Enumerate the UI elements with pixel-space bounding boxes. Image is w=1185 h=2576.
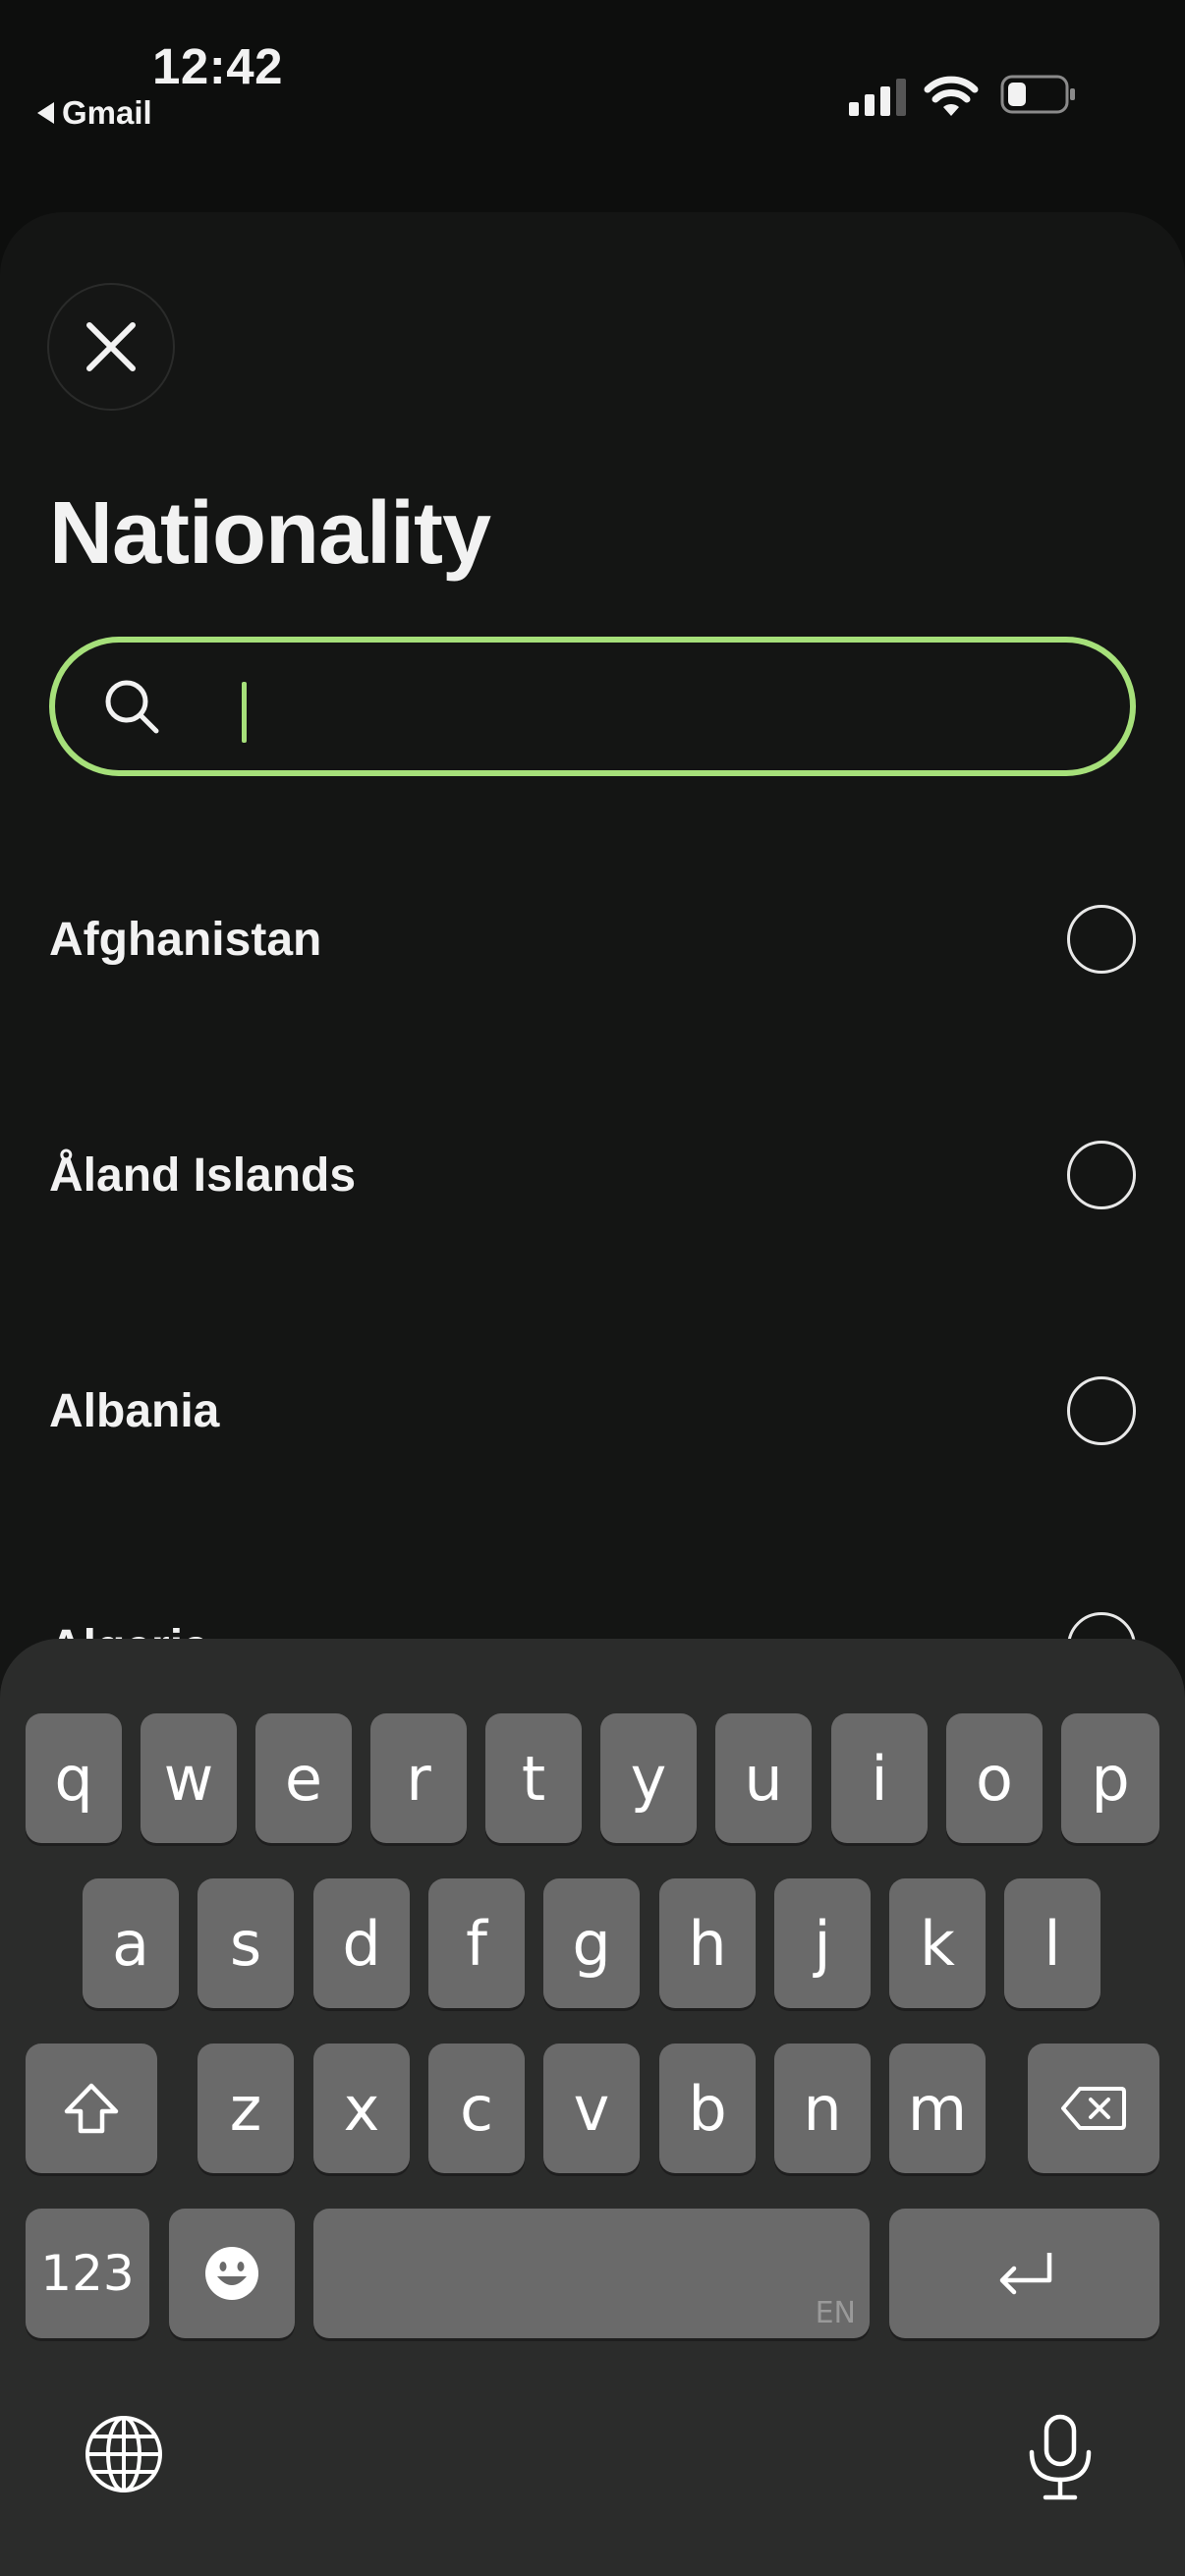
country-list: Afghanistan Åland Islands Albania Algeri…	[0, 821, 1185, 1764]
cellular-signal-icon	[849, 79, 908, 116]
radio-button[interactable]	[1067, 1376, 1136, 1445]
back-triangle-icon	[37, 102, 54, 124]
key-r[interactable]: r	[370, 1713, 467, 1843]
key-c[interactable]: c	[428, 2044, 525, 2173]
key-q[interactable]: q	[26, 1713, 122, 1843]
key-g[interactable]: g	[543, 1878, 640, 2008]
list-item[interactable]: Afghanistan	[0, 821, 1185, 1057]
search-icon	[105, 680, 159, 734]
key-x[interactable]: x	[313, 2044, 410, 2173]
key-a[interactable]: a	[83, 1878, 179, 2008]
key-v[interactable]: v	[543, 2044, 640, 2173]
key-i[interactable]: i	[831, 1713, 928, 1843]
back-app-label: Gmail	[62, 94, 152, 131]
close-button[interactable]	[47, 283, 175, 411]
emoji-icon	[205, 2247, 258, 2300]
page-title: Nationality	[49, 484, 491, 583]
country-name: Åland Islands	[49, 1148, 357, 1202]
wifi-icon	[924, 76, 979, 116]
key-p[interactable]: p	[1061, 1713, 1159, 1843]
key-j[interactable]: j	[774, 1878, 871, 2008]
radio-button[interactable]	[1067, 905, 1136, 974]
radio-button[interactable]	[1067, 1141, 1136, 1209]
text-caret	[242, 682, 247, 743]
space-key[interactable]: EN	[313, 2209, 870, 2338]
microphone-icon[interactable]	[1022, 2413, 1099, 2503]
key-k[interactable]: k	[889, 1878, 986, 2008]
keyboard-language-label: EN	[815, 2296, 856, 2330]
delete-key[interactable]	[1028, 2044, 1159, 2173]
key-m[interactable]: m	[889, 2044, 986, 2173]
key-w[interactable]: w	[141, 1713, 237, 1843]
country-name: Afghanistan	[49, 913, 322, 966]
on-screen-keyboard: q w e r t y u i o p a s d f g h j k l z …	[0, 1639, 1185, 2576]
shift-icon	[64, 2083, 119, 2134]
close-icon	[86, 322, 136, 371]
key-h[interactable]: h	[659, 1878, 756, 2008]
key-n[interactable]: n	[774, 2044, 871, 2173]
key-l[interactable]: l	[1004, 1878, 1100, 2008]
key-t[interactable]: t	[485, 1713, 582, 1843]
key-e[interactable]: e	[255, 1713, 352, 1843]
back-to-app-link[interactable]: Gmail	[37, 94, 152, 132]
key-s[interactable]: s	[198, 1878, 294, 2008]
key-b[interactable]: b	[659, 2044, 756, 2173]
return-key[interactable]	[889, 2209, 1159, 2338]
globe-icon[interactable]	[83, 2413, 165, 2495]
country-name: Albania	[49, 1384, 220, 1437]
numbers-key[interactable]: 123	[26, 2209, 149, 2338]
list-item[interactable]: Åland Islands	[0, 1057, 1185, 1293]
emoji-key[interactable]	[169, 2209, 295, 2338]
search-field[interactable]	[49, 637, 1136, 776]
battery-icon	[1000, 75, 1075, 114]
key-o[interactable]: o	[946, 1713, 1043, 1843]
key-d[interactable]: d	[313, 1878, 410, 2008]
key-f[interactable]: f	[428, 1878, 525, 2008]
key-z[interactable]: z	[198, 2044, 294, 2173]
key-u[interactable]: u	[715, 1713, 812, 1843]
key-y[interactable]: y	[600, 1713, 697, 1843]
shift-key[interactable]	[26, 2044, 157, 2173]
delete-icon	[1061, 2087, 1126, 2130]
return-icon	[999, 2253, 1051, 2295]
status-time: 12:42	[152, 38, 283, 94]
search-input[interactable]	[185, 666, 1130, 747]
list-item[interactable]: Albania	[0, 1293, 1185, 1529]
